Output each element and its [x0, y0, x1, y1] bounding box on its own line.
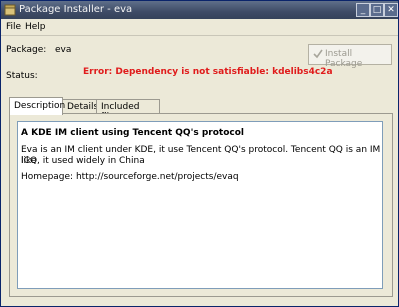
install-package-button[interactable]: Install Package: [308, 44, 392, 69]
description-panel: A KDE IM client using Tencent QQ's proto…: [9, 113, 393, 297]
description-title: A KDE IM client using Tencent QQ's proto…: [21, 128, 244, 138]
tab-details[interactable]: Details: [62, 99, 99, 114]
package-label: Package:: [6, 45, 47, 55]
tab-details-label: Details: [67, 102, 99, 112]
title-bar[interactable]: Package Installer - eva _ □ ✕: [1, 1, 398, 19]
package-name: eva: [55, 45, 72, 55]
status-error-message: Error: Dependency is not satisfiable: kd…: [83, 67, 333, 77]
menu-bar: File Help: [1, 20, 398, 34]
description-text-area[interactable]: A KDE IM client using Tencent QQ's proto…: [17, 121, 383, 289]
maximize-button[interactable]: □: [370, 3, 384, 17]
homepage-link[interactable]: Homepage: http://sourceforge.net/project…: [21, 172, 239, 183]
description-line-2: ICQ, it used widely in China: [21, 156, 145, 166]
menu-help[interactable]: Help: [25, 22, 46, 32]
menu-file[interactable]: File: [6, 22, 21, 32]
minimize-button[interactable]: _: [356, 3, 370, 17]
checkmark-icon: [313, 49, 323, 59]
menu-separator: [1, 35, 398, 36]
window-title: Package Installer - eva: [19, 4, 133, 15]
package-installer-window: Package Installer - eva _ □ ✕ File Help …: [0, 0, 399, 307]
tab-included-files[interactable]: Included files: [96, 99, 160, 122]
package-app-icon: [4, 4, 16, 16]
install-package-label: Install Package: [325, 49, 363, 69]
tab-description-label: Description: [14, 101, 66, 111]
close-button[interactable]: ✕: [384, 3, 398, 17]
tab-description[interactable]: Description: [9, 97, 66, 115]
status-label: Status:: [6, 71, 38, 81]
